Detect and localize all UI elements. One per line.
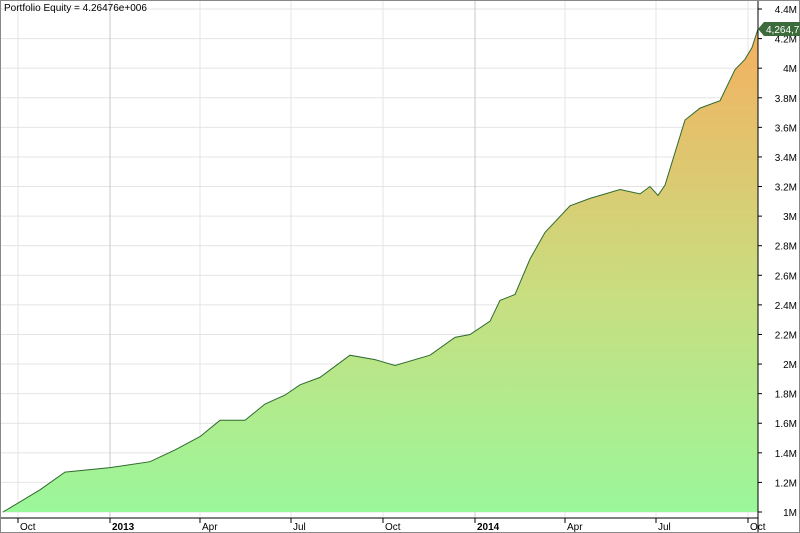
- y-tick-label: 4M: [783, 64, 797, 75]
- y-tick-label: 3M: [783, 212, 797, 223]
- y-tick-label: 2.4M: [775, 301, 797, 312]
- y-tick-label: 2.8M: [775, 242, 797, 253]
- x-tick-label: 2013: [112, 522, 135, 533]
- x-tick-label: Apr: [202, 522, 218, 533]
- y-tick-label: 2M: [783, 360, 797, 371]
- chart-title: Portfolio Equity = 4.26476e+006: [4, 3, 147, 14]
- y-tick-label: 3.4M: [775, 153, 797, 164]
- y-tick-label: 2.6M: [775, 271, 797, 282]
- chart-svg: 1M 1.2M 1.4M 1.6M 1.8M 2M 2.2M 2.4M 2.6M 2.8M 3M 3.…: [0, 0, 800, 533]
- y-tick-label: 4.2M: [775, 35, 797, 46]
- y-tick-label: 3.2M: [775, 183, 797, 194]
- x-tick-label: 2014: [477, 522, 500, 533]
- x-tick-label: Oct: [20, 522, 36, 533]
- y-tick-label: 1M: [783, 508, 797, 519]
- y-tick-label: 4.4M: [775, 5, 797, 16]
- x-tick-label: Apr: [567, 522, 583, 533]
- x-tick-label: Jul: [293, 522, 306, 533]
- y-tick-label: 1.2M: [775, 478, 797, 489]
- y-tick-label: 1.6M: [775, 419, 797, 430]
- x-tick-label: Oct: [385, 522, 401, 533]
- equity-area: [3, 29, 758, 512]
- y-tick-label: 1.8M: [775, 390, 797, 401]
- equity-chart: 1M 1.2M 1.4M 1.6M 1.8M 2M 2.2M 2.4M 2.6M 2.8M 3M 3.…: [0, 0, 800, 533]
- x-tick-label: Jul: [658, 522, 671, 533]
- y-tick-label: 1.4M: [775, 449, 797, 460]
- y-tick-label: 2.2M: [775, 330, 797, 341]
- y-tick-label: 3.8M: [775, 94, 797, 105]
- last-value-label: 4,264,766: [766, 25, 800, 36]
- y-tick-label: 3.6M: [775, 123, 797, 134]
